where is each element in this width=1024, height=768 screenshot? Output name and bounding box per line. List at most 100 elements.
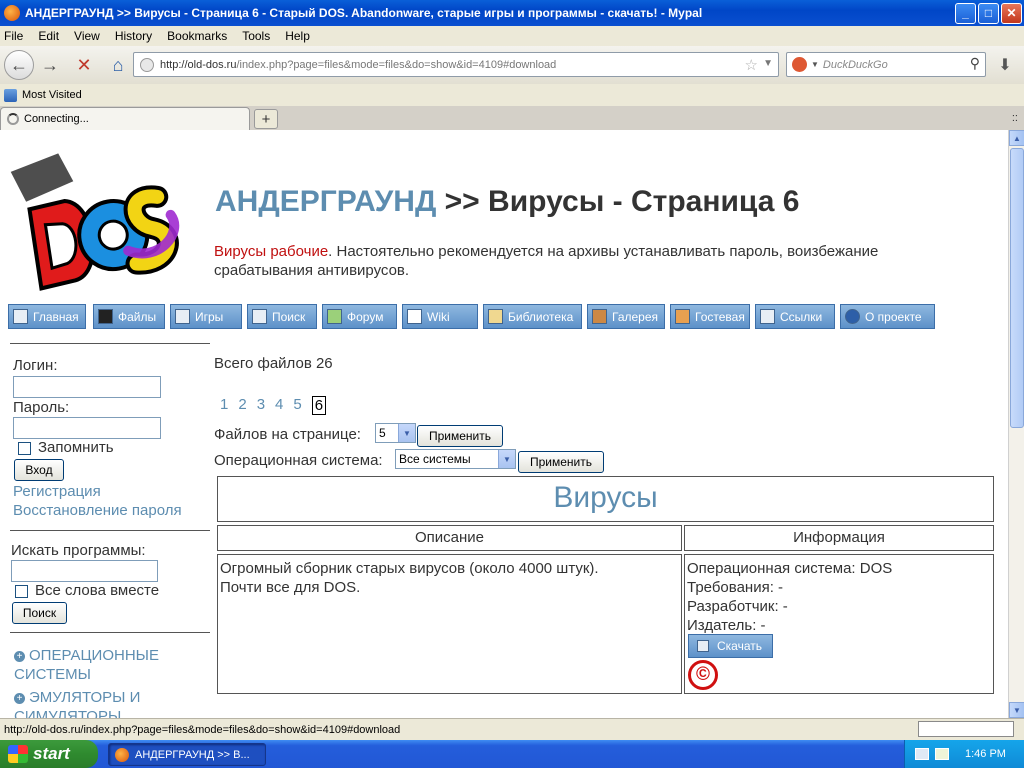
menu-button-links[interactable]: Ссылки bbox=[755, 304, 835, 329]
bookmark-most-visited[interactable]: Most Visited bbox=[22, 89, 82, 101]
vertical-scrollbar[interactable]: ▲ ▼ bbox=[1008, 130, 1024, 718]
per-page-select[interactable]: 5 ▼ bbox=[375, 423, 416, 443]
per-page-value: 5 bbox=[379, 426, 386, 440]
login-input[interactable] bbox=[13, 376, 161, 398]
menu-button-about[interactable]: О проекте bbox=[840, 304, 935, 329]
status-text: http://old-dos.ru/index.php?page=files&m… bbox=[4, 723, 401, 736]
search-button[interactable]: Поиск bbox=[12, 602, 67, 624]
menu-button-home[interactable]: Главная bbox=[8, 304, 86, 329]
close-button[interactable]: ✕ bbox=[1001, 2, 1022, 24]
safely-remove-icon[interactable] bbox=[935, 748, 949, 760]
os-label: Операционная система: bbox=[214, 452, 383, 469]
tab-current[interactable]: Connecting... bbox=[0, 107, 250, 130]
search-engine-dropdown-icon[interactable]: ▼ bbox=[811, 60, 819, 69]
app-icon bbox=[4, 5, 20, 21]
system-tray: 1:46 PM bbox=[904, 740, 1024, 768]
url-host: http://old-dos.ru bbox=[160, 58, 237, 71]
new-tab-button[interactable]: + bbox=[254, 109, 278, 129]
bookmarks-bar: Most Visited bbox=[0, 84, 1024, 106]
stop-icon[interactable]: ✕ bbox=[70, 51, 98, 79]
page-link-4[interactable]: 4 bbox=[275, 396, 283, 415]
download-button[interactable]: Скачать bbox=[688, 634, 773, 658]
start-label: start bbox=[33, 744, 70, 763]
copyright-icon: © bbox=[688, 660, 718, 690]
user-icon bbox=[327, 309, 342, 324]
menu-button-library[interactable]: Библиотека bbox=[483, 304, 582, 329]
menu-button-label: Форум bbox=[347, 309, 384, 324]
network-icon[interactable] bbox=[915, 748, 929, 760]
home-icon bbox=[13, 309, 28, 324]
menu-help[interactable]: Help bbox=[285, 29, 310, 43]
chevron-down-icon: ▼ bbox=[498, 450, 515, 468]
register-link[interactable]: Регистрация bbox=[13, 483, 101, 500]
menu-button-wiki[interactable]: Wiki bbox=[402, 304, 478, 329]
category-os[interactable]: + ОПЕРАЦИОННЫЕ СИСТЕМЫ bbox=[14, 646, 194, 684]
menu-button-label: Ссылки bbox=[780, 309, 823, 324]
clock[interactable]: 1:46 PM bbox=[965, 748, 1006, 760]
apply-per-page-button[interactable]: Применить bbox=[417, 425, 503, 447]
total-files-text: Всего файлов 26 bbox=[214, 355, 333, 372]
page-link-5[interactable]: 5 bbox=[293, 396, 301, 415]
address-bar[interactable]: http://old-dos.ru/index.php?page=files&m… bbox=[133, 52, 779, 77]
back-arrow-icon[interactable]: ← bbox=[4, 50, 34, 80]
site-logo[interactable] bbox=[10, 138, 180, 298]
restore-password-link[interactable]: Восстановление пароля bbox=[13, 502, 182, 519]
page-subtitle: Вирусы рабочие. Настоятельно рекомендует… bbox=[214, 242, 954, 280]
page-link-3[interactable]: 3 bbox=[257, 396, 265, 415]
download-icon[interactable]: ⬇ bbox=[992, 54, 1018, 76]
status-bar: http://old-dos.ru/index.php?page=files&m… bbox=[0, 718, 1024, 740]
apply-os-button[interactable]: Применить bbox=[518, 451, 604, 473]
window-title-bar[interactable]: АНДЕРГРАУНД >> Вирусы - Страница 6 - Ста… bbox=[0, 0, 1024, 26]
os-select[interactable]: Все системы ▼ bbox=[395, 449, 516, 469]
url-path: /index.php?page=files&mode=files&do=show… bbox=[236, 58, 557, 71]
search-programs-input[interactable] bbox=[11, 560, 158, 582]
menu-button-files[interactable]: Файлы bbox=[93, 304, 165, 329]
divider bbox=[10, 632, 210, 633]
menu-button-forum[interactable]: Форум bbox=[322, 304, 397, 329]
headline-link[interactable]: АНДЕРГРАУНД bbox=[215, 185, 436, 218]
page-link-1[interactable]: 1 bbox=[220, 396, 228, 415]
pagination: 1 2 3 4 5 6 bbox=[220, 396, 336, 415]
start-button[interactable]: start bbox=[0, 740, 98, 768]
search-box[interactable]: ▼ DuckDuckGo ⚲ bbox=[786, 52, 986, 77]
page-link-2[interactable]: 2 bbox=[238, 396, 246, 415]
scroll-down-icon[interactable]: ▼ bbox=[1009, 702, 1024, 718]
page-content: АНДЕРГРАУНД >> Вирусы - Страница 6 Вирус… bbox=[0, 130, 1008, 718]
login-label: Логин: bbox=[13, 357, 58, 374]
menu-button-gallery[interactable]: Галерея bbox=[587, 304, 665, 329]
category-emulators[interactable]: + ЭМУЛЯТОРЫ И СИМУЛЯТОРЫ bbox=[14, 688, 194, 718]
terminal-icon bbox=[98, 309, 113, 324]
download-button-label: Скачать bbox=[717, 639, 762, 653]
menu-file[interactable]: File bbox=[4, 29, 23, 43]
password-input[interactable] bbox=[13, 417, 161, 439]
bookmark-folder-icon bbox=[4, 88, 17, 102]
maximize-button[interactable]: □ bbox=[978, 2, 999, 24]
scroll-thumb[interactable] bbox=[1010, 148, 1024, 428]
menu-tools[interactable]: Tools bbox=[242, 29, 270, 43]
all-words-checkbox[interactable] bbox=[15, 585, 28, 598]
login-button[interactable]: Вход bbox=[14, 459, 64, 481]
search-icon[interactable]: ⚲ bbox=[970, 55, 980, 72]
browser-icon bbox=[115, 747, 129, 762]
minimize-button[interactable]: _ bbox=[955, 2, 976, 24]
menu-view[interactable]: View bbox=[74, 29, 100, 43]
tab-list-menu-icon[interactable]: :: bbox=[1012, 112, 1018, 124]
menu-button-label: Игры bbox=[195, 309, 224, 324]
taskbar-window-item[interactable]: АНДЕРГРАУНД >> В... bbox=[108, 743, 266, 766]
menu-history[interactable]: History bbox=[115, 29, 152, 43]
remember-checkbox[interactable] bbox=[18, 442, 31, 455]
url-dropdown-icon[interactable]: ▼ bbox=[763, 58, 773, 69]
info-icon bbox=[845, 309, 860, 324]
menu-button-games[interactable]: Игры bbox=[170, 304, 242, 329]
menu-button-search[interactable]: Поиск bbox=[247, 304, 317, 329]
menu-bookmarks[interactable]: Bookmarks bbox=[167, 29, 227, 43]
scroll-up-icon[interactable]: ▲ bbox=[1009, 130, 1024, 146]
status-progress-box bbox=[918, 721, 1014, 737]
forward-arrow-icon[interactable]: → bbox=[36, 51, 64, 79]
book-icon bbox=[488, 309, 503, 324]
menu-edit[interactable]: Edit bbox=[38, 29, 59, 43]
home-icon[interactable]: ⌂ bbox=[104, 51, 132, 79]
bookmark-star-icon[interactable]: ☆ bbox=[745, 56, 758, 74]
description-line-2: Почти все для DOS. bbox=[220, 579, 361, 596]
menu-button-guestbook[interactable]: Гостевая bbox=[670, 304, 750, 329]
